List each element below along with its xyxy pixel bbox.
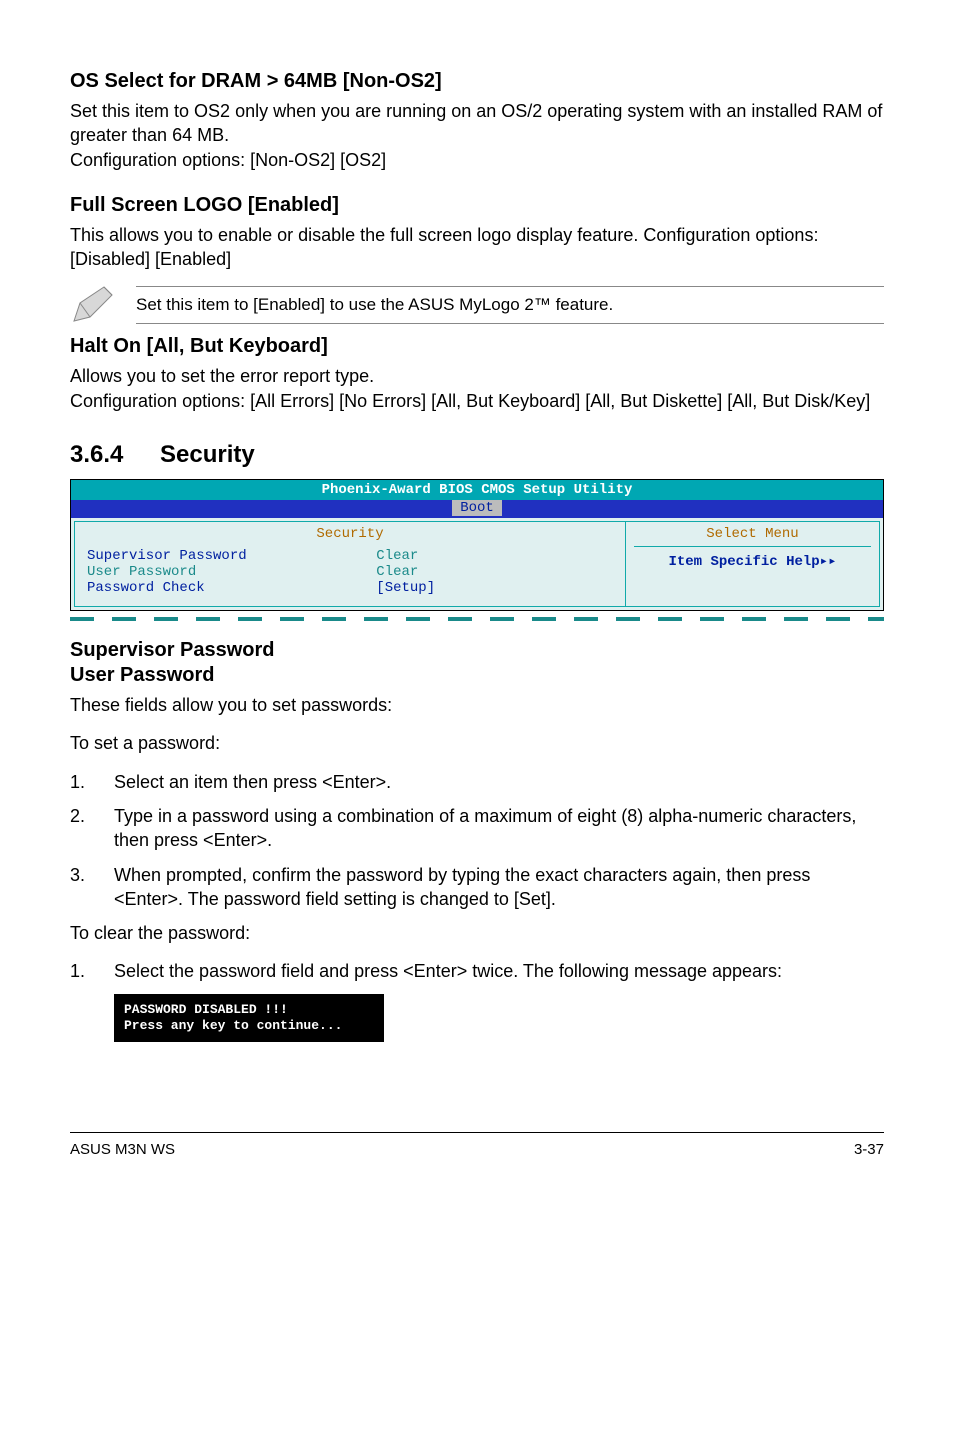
list-item: 2. Type in a password using a combinatio… — [70, 804, 884, 853]
footer-left: ASUS M3N WS — [70, 1141, 175, 1158]
body-text: Allows you to set the error report type.… — [70, 364, 884, 413]
text-line: Configuration options: [All Errors] [No … — [70, 391, 870, 411]
bios-title-bar: Phoenix-Award BIOS CMOS Setup Utility — [71, 480, 883, 500]
bios-value: Clear — [376, 548, 613, 564]
section-heading-halt-on: Halt On [All, But Keyboard] — [70, 335, 884, 358]
ordered-list-set-password: 1. Select an item then press <Enter>. 2.… — [70, 770, 884, 911]
bios-label: Password Check — [87, 580, 205, 596]
list-number: 1. — [70, 770, 96, 794]
section-heading-full-screen-logo: Full Screen LOGO [Enabled] — [70, 194, 884, 217]
section-heading-user-password: User Password — [70, 664, 884, 687]
bios-right-help: Item Specific Help▸▸ — [634, 553, 871, 570]
heading-text: Security — [160, 441, 255, 468]
bios-label: User Password — [87, 564, 376, 580]
list-item: 3. When prompted, confirm the password b… — [70, 863, 884, 912]
section-heading-supervisor-password: Supervisor Password — [70, 639, 884, 662]
bios-menu-tab-boot: Boot — [452, 500, 502, 516]
body-text: These fields allow you to set passwords: — [70, 693, 884, 717]
bios-label: Supervisor Password — [87, 548, 247, 564]
list-number: 2. — [70, 804, 96, 853]
bios-settings-table: Supervisor Password Clear User Password … — [87, 548, 613, 596]
body-text: This allows you to enable or disable the… — [70, 223, 884, 272]
pencil-note-icon — [70, 285, 118, 325]
bios-left-title: Security — [87, 526, 613, 542]
list-item: 1. Select the password field and press <… — [70, 959, 884, 983]
footer-right: 3-37 — [854, 1141, 884, 1158]
dotted-separator — [70, 617, 884, 621]
bios-value: Clear — [376, 564, 613, 580]
list-number: 3. — [70, 863, 96, 912]
bios-menu-bar: Boot — [71, 500, 883, 518]
note-callout: Set this item to [Enabled] to use the AS… — [70, 285, 884, 325]
table-row: Password Check [Setup] — [87, 580, 613, 596]
body-text: To clear the password: — [70, 921, 884, 945]
list-text: Select the password field and press <Ent… — [114, 959, 884, 983]
heading-number: 3.6.4 — [70, 441, 160, 469]
box-line: PASSWORD DISABLED !!! — [124, 1002, 374, 1018]
text-line: Set this item to OS2 only when you are r… — [70, 101, 882, 145]
note-text: Set this item to [Enabled] to use the AS… — [136, 286, 884, 324]
section-heading-os-select: OS Select for DRAM > 64MB [Non-OS2] — [70, 70, 884, 93]
password-disabled-box: PASSWORD DISABLED !!! Press any key to c… — [114, 994, 384, 1043]
bios-screenshot: Phoenix-Award BIOS CMOS Setup Utility Bo… — [70, 479, 884, 611]
list-item: 1. Select an item then press <Enter>. — [70, 770, 884, 794]
bios-value: [Setup] — [376, 580, 435, 596]
text-line: Allows you to set the error report type. — [70, 366, 374, 386]
subsection-heading-security: 3.6.4Security — [70, 441, 884, 469]
body-text: To set a password: — [70, 731, 884, 755]
box-line: Press any key to continue... — [124, 1018, 374, 1034]
ordered-list-clear-password: 1. Select the password field and press <… — [70, 959, 884, 983]
table-row: Supervisor Password Clear — [87, 548, 613, 564]
body-text: Set this item to OS2 only when you are r… — [70, 99, 884, 172]
bios-right-pane: Select Menu Item Specific Help▸▸ — [625, 521, 880, 607]
text-line: Configuration options: [Non-OS2] [OS2] — [70, 150, 386, 170]
table-row: User Password Clear — [87, 564, 613, 580]
bios-left-pane: Security Supervisor Password Clear User … — [74, 521, 625, 607]
page-footer: ASUS M3N WS 3-37 — [70, 1132, 884, 1158]
list-text: Select an item then press <Enter>. — [114, 770, 884, 794]
bios-right-title: Select Menu — [634, 526, 871, 547]
list-number: 1. — [70, 959, 96, 983]
list-text: When prompted, confirm the password by t… — [114, 863, 884, 912]
list-text: Type in a password using a combination o… — [114, 804, 884, 853]
